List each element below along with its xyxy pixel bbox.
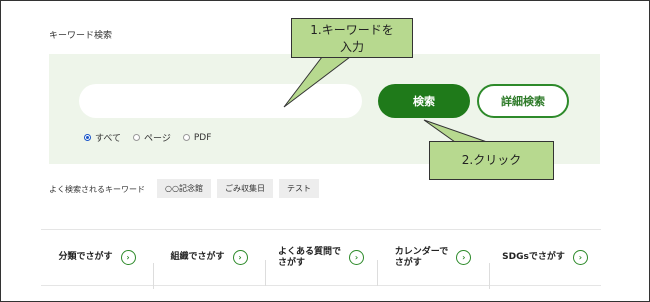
popular-keyword-tags: ○○記念館 ごみ収集日 テスト: [157, 179, 319, 198]
detail-search-button[interactable]: 詳細検索: [477, 84, 569, 118]
chevron-right-circle-icon: ›: [572, 250, 588, 265]
keyword-tag[interactable]: ○○記念館: [157, 179, 211, 198]
popular-keywords-label: よく検索されるキーワード: [49, 185, 145, 194]
nav-by-category[interactable]: 分類でさがす ›: [41, 250, 153, 265]
callout-enter-keyword-text: 1.キーワードを 入力: [310, 23, 394, 54]
nav-label: カレンダーで さがす: [394, 246, 449, 268]
radio-page-indicator[interactable]: [133, 134, 141, 141]
nav-label: SDGsでさがす: [502, 252, 565, 262]
chevron-right-circle-icon: ›: [120, 250, 136, 265]
search-input[interactable]: [79, 84, 362, 118]
radio-all-indicator[interactable]: [84, 134, 91, 141]
radio-all[interactable]: すべて: [84, 131, 121, 144]
keyword-search-title: キーワード検索: [49, 31, 113, 41]
chevron-right-circle-icon: ›: [232, 250, 248, 265]
callout-click-text: 2.クリック: [461, 153, 522, 167]
radio-all-label: すべて: [95, 134, 122, 144]
search-button[interactable]: 検索: [378, 84, 470, 118]
keyword-tag[interactable]: ごみ収集日: [216, 179, 273, 198]
radio-pdf-indicator[interactable]: [182, 134, 190, 141]
nav-by-calendar[interactable]: カレンダーで さがす ›: [377, 246, 489, 286]
nav-label: よくある質問で さがす: [277, 246, 341, 268]
chevron-right-circle-icon: ›: [456, 250, 472, 265]
radio-page[interactable]: ページ: [133, 131, 171, 144]
nav-by-organization[interactable]: 組織でさがす ›: [153, 250, 265, 289]
nav-by-sdgs[interactable]: SDGsでさがす ›: [489, 250, 601, 289]
keyword-tag[interactable]: テスト: [278, 179, 319, 198]
radio-pdf[interactable]: PDF: [182, 132, 212, 143]
radio-page-label: ページ: [144, 134, 171, 144]
nav-label: 分類でさがす: [58, 252, 113, 262]
radio-pdf-label: PDF: [193, 132, 212, 143]
callout-enter-keyword: 1.キーワードを 入力: [291, 18, 413, 58]
search-category-nav: 分類でさがす › 組織でさがす › よくある質問で さがす › カレンダーで さ…: [41, 229, 601, 289]
chevron-right-circle-icon: ›: [349, 250, 364, 265]
callout-click: 2.クリック: [429, 141, 554, 180]
nav-label: 組織でさがす: [170, 252, 225, 262]
search-scope-radios: すべて ページ PDF: [84, 131, 211, 144]
nav-by-faq[interactable]: よくある質問で さがす ›: [265, 246, 377, 286]
